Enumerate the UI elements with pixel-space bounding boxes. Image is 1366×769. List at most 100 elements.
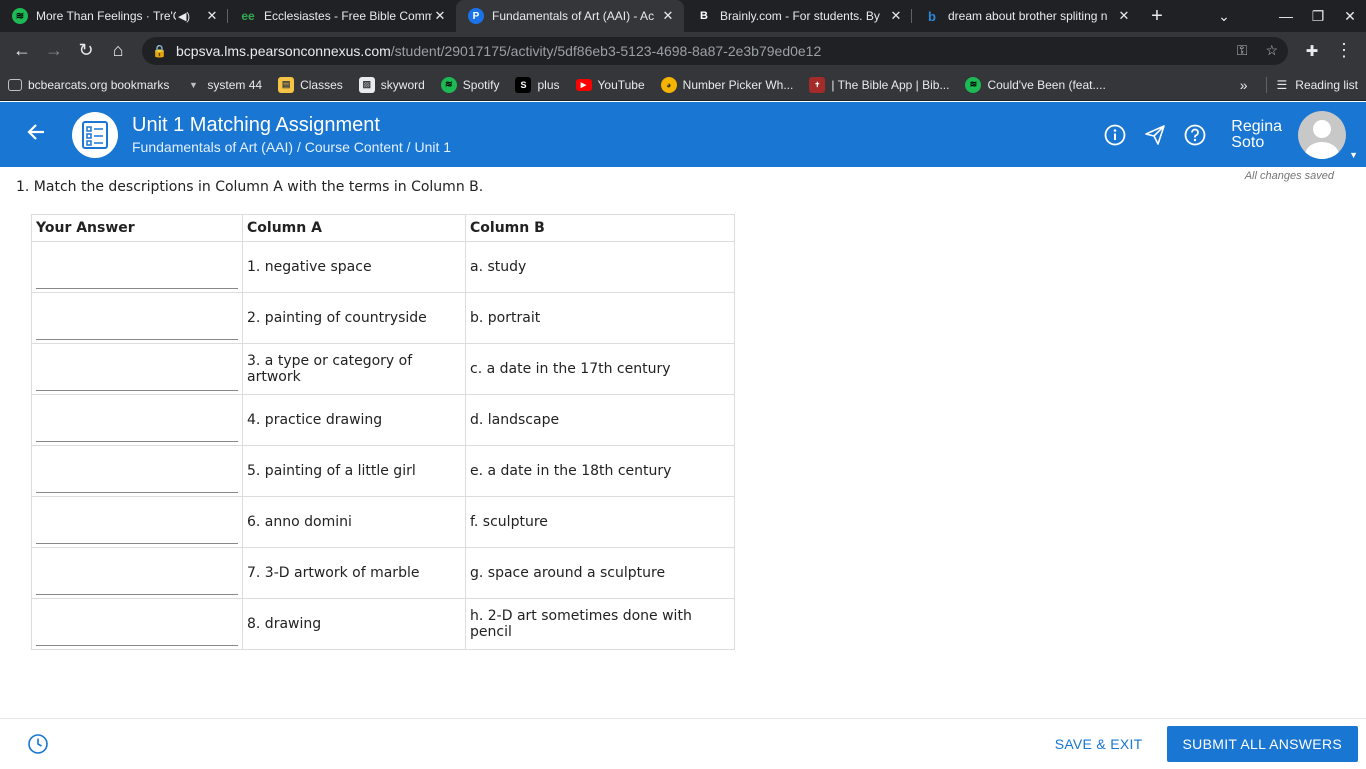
- column-a-cell: 2. painting of countryside: [242, 292, 466, 344]
- folder-icon: [8, 78, 22, 91]
- column-a-cell: 3. a type or category of artwork: [242, 343, 466, 395]
- submit-all-answers-button[interactable]: SUBMIT ALL ANSWERS: [1166, 726, 1358, 762]
- bookmark-item[interactable]: bcbearcats.org bookmarks: [8, 78, 169, 92]
- app-header: Unit 1 Matching Assignment Fundamentals …: [0, 102, 1366, 167]
- bookmark-item[interactable]: ▨ skyword: [358, 76, 425, 93]
- new-tab-button[interactable]: +: [1140, 0, 1174, 32]
- avatar[interactable]: [1298, 110, 1346, 159]
- answer-input[interactable]: [36, 263, 238, 289]
- table-row: 1. negative space a. study: [31, 241, 735, 293]
- table-row: 2. painting of countryside b. portrait: [31, 292, 735, 344]
- answer-input[interactable]: [36, 416, 238, 442]
- bookmark-item[interactable]: Splus: [515, 76, 560, 93]
- column-b-cell: e. a date in the 18th century: [465, 445, 735, 497]
- browser-tab[interactable]: ee Ecclesiastes - Free Bible Comm ✕: [228, 0, 456, 32]
- more-bookmarks-icon[interactable]: »: [1240, 77, 1248, 93]
- key-icon[interactable]: ⚿: [1237, 42, 1248, 59]
- column-b-cell: d. landscape: [465, 394, 735, 446]
- pearson-icon: P: [468, 8, 484, 24]
- browser-tab[interactable]: B Brainly.com - For students. By ✕: [684, 0, 912, 32]
- bing-icon: b: [928, 8, 936, 24]
- clock-icon[interactable]: [27, 733, 49, 755]
- column-a-cell: 1. negative space: [242, 241, 466, 293]
- answer-input[interactable]: [36, 467, 238, 493]
- bookmark-item[interactable]: ▼ system 44: [185, 77, 262, 93]
- column-b-cell: b. portrait: [465, 292, 735, 344]
- spotify-icon: ≋: [965, 76, 982, 93]
- bookmark-item[interactable]: ◕ Number Picker Wh...: [660, 76, 793, 93]
- browser-tab[interactable]: ≋ More Than Feelings · Tre'G ◀) ✕: [0, 0, 228, 32]
- reading-list-icon[interactable]: ☰: [1277, 78, 1288, 92]
- send-message-icon[interactable]: [1135, 115, 1175, 155]
- question-prompt: 1. Match the descriptions in Column A wi…: [16, 179, 484, 195]
- youtube-icon: ▶: [575, 78, 592, 91]
- column-b-cell: f. sculpture: [465, 496, 735, 548]
- bookmark-item[interactable]: ▶ YouTube: [575, 77, 645, 92]
- column-a-cell: 5. painting of a little girl: [242, 445, 466, 497]
- address-bar[interactable]: 🔒 bcpsva.lms.pearsonconnexus.com/student…: [142, 36, 1288, 65]
- home-icon[interactable]: ⌂: [102, 35, 134, 67]
- close-tab-icon[interactable]: ✕: [432, 8, 448, 24]
- browser-tab[interactable]: b dream about brother spliting n ✕: [912, 0, 1140, 32]
- close-tab-icon[interactable]: ✕: [204, 8, 220, 24]
- column-a-cell: 4. practice drawing: [242, 394, 466, 446]
- user-name[interactable]: Regina Soto: [1231, 118, 1282, 151]
- bookmark-label: YouTube: [597, 77, 645, 92]
- classes-icon: ▤: [278, 76, 295, 93]
- save-exit-button[interactable]: SAVE & EXIT: [1055, 736, 1143, 752]
- column-b-cell: h. 2-D art sometimes done with pencil: [465, 598, 735, 650]
- account-dropdown-icon[interactable]: ▼: [1349, 150, 1358, 160]
- plus-s-icon: S: [515, 76, 532, 93]
- minimize-icon[interactable]: —: [1270, 8, 1302, 24]
- breadcrumb[interactable]: Fundamentals of Art (AAI) / Course Conte…: [132, 137, 451, 157]
- page-title: Unit 1 Matching Assignment: [132, 113, 380, 136]
- answer-input[interactable]: [36, 620, 238, 646]
- bookmarks-bar: bcbearcats.org bookmarks ▼ system 44 ▤ Cla…: [0, 69, 1366, 101]
- help-icon[interactable]: [1175, 115, 1215, 155]
- bookmark-label: Could've Been (feat....: [987, 77, 1106, 92]
- restore-icon[interactable]: ❐: [1302, 8, 1334, 25]
- tab-title: Brainly.com - For students. By: [720, 9, 880, 23]
- browser-tab-active[interactable]: P Fundamentals of Art (AAI) - Ac ✕: [456, 0, 684, 32]
- column-a-cell: 8. drawing: [242, 598, 466, 650]
- bookmark-item[interactable]: ▤ Classes: [278, 76, 343, 93]
- close-tab-icon[interactable]: ✕: [660, 8, 676, 24]
- tab-search-icon[interactable]: ⌄: [1208, 8, 1240, 25]
- answer-input[interactable]: [36, 569, 238, 595]
- bookmark-item[interactable]: ≋ Spotify: [440, 76, 499, 93]
- info-icon[interactable]: [1095, 115, 1135, 155]
- menu-icon[interactable]: ⋮: [1328, 35, 1360, 67]
- answer-input[interactable]: [36, 314, 238, 340]
- speaker-icon[interactable]: ◀): [176, 10, 192, 23]
- column-b-cell: a. study: [465, 241, 735, 293]
- user-last-name: Soto: [1231, 133, 1265, 151]
- bible-icon: ✝: [809, 76, 826, 93]
- bookmark-label: system 44: [207, 77, 263, 92]
- footer-bar: SAVE & EXIT SUBMIT ALL ANSWERS: [0, 718, 1366, 769]
- close-window-icon[interactable]: ✕: [1334, 8, 1366, 25]
- browser-toolbar: ← → ↻ ⌂ 🔒 bcpsva.lms.pearsonconnexus.com…: [0, 32, 1366, 69]
- answer-input[interactable]: [36, 518, 238, 544]
- answer-input[interactable]: [36, 365, 238, 391]
- save-status: All changes saved: [1244, 170, 1334, 182]
- back-arrow-icon[interactable]: [0, 122, 72, 148]
- extensions-icon[interactable]: ✚: [1296, 35, 1328, 67]
- close-tab-icon[interactable]: ✕: [888, 8, 904, 24]
- table-row: 3. a type or category of artwork c. a dat…: [31, 343, 735, 395]
- assignment-content: All changes saved 1. Match the descripti…: [0, 167, 1366, 718]
- bookmark-item[interactable]: ≋ Could've Been (feat....: [965, 76, 1106, 93]
- bookmark-item[interactable]: ✝ | The Bible App | Bib...: [809, 76, 949, 93]
- close-tab-icon[interactable]: ✕: [1116, 8, 1132, 24]
- url-path: /student/29017175/activity/5df86eb3-5123…: [390, 42, 822, 59]
- bookmark-label: Classes: [300, 77, 343, 92]
- reload-icon[interactable]: ↻: [70, 35, 102, 67]
- reading-list-label[interactable]: Reading list: [1295, 78, 1358, 92]
- table-row: 6. anno domini f. sculpture: [31, 496, 735, 548]
- forward-icon[interactable]: →: [38, 35, 70, 67]
- bookmark-star-icon[interactable]: ☆: [1265, 42, 1278, 59]
- site-info-icon[interactable]: 🔒: [152, 44, 167, 58]
- matching-table: Your Answer Column A Column B 1. negativ…: [31, 214, 735, 650]
- back-icon[interactable]: ←: [6, 35, 38, 67]
- system44-icon: ▼: [188, 79, 198, 90]
- bookmark-label: plus: [537, 77, 560, 92]
